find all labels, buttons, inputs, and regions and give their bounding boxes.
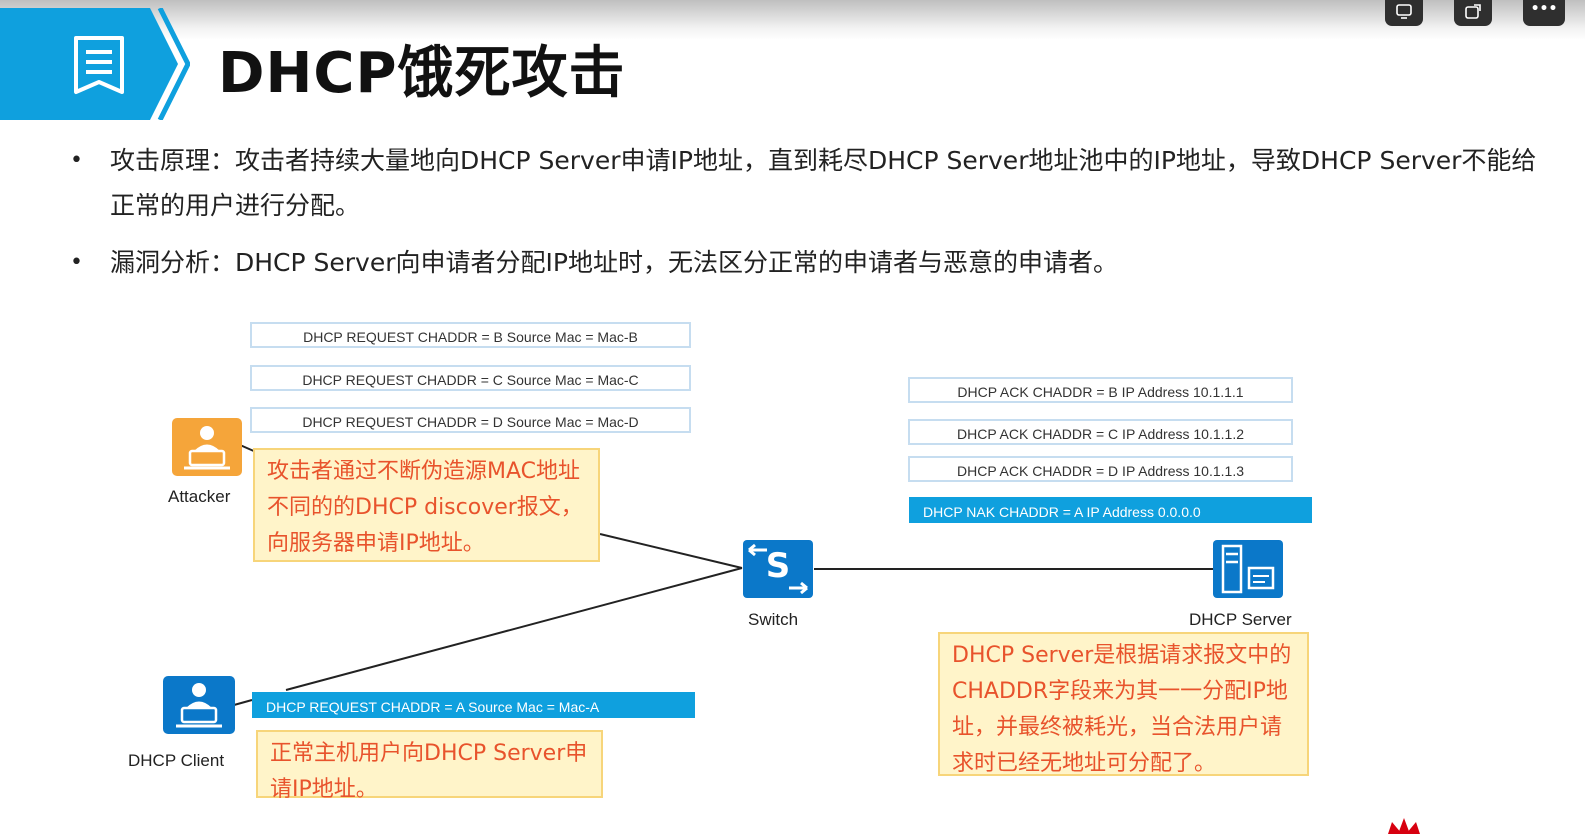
client-link-start [233, 699, 253, 706]
dhcp-client-label: DHCP Client [128, 751, 225, 770]
nak-message: DHCP NAK CHADDR = A IP Address 0.0.0.0 [909, 497, 1312, 523]
switch-label: Switch [748, 610, 799, 629]
huawei-logo [1384, 812, 1554, 834]
ack-message-b: DHCP ACK CHADDR = B IP Address 10.1.1.1 [908, 377, 1293, 403]
external-window-icon [1465, 4, 1481, 19]
request-message-b: DHCP REQUEST CHADDR = B Source Mac = Mac… [250, 322, 691, 348]
more-icon: ••• [1530, 1, 1558, 17]
bullet-marker: • [70, 148, 83, 173]
server-note: DHCP Server是根据请求报文中的CHADDR字段来为其一一分配IP地址，… [938, 632, 1309, 776]
client-switch-link [285, 567, 743, 691]
attacker-switch-link [599, 533, 743, 569]
ack-message-c: DHCP ACK CHADDR = C IP Address 10.1.1.2 [908, 419, 1293, 445]
bullet-text: 攻击原理：攻击者持续大量地向DHCP Server申请IP地址，直到耗尽DHCP… [110, 146, 1537, 220]
external-window-button[interactable] [1454, 0, 1492, 26]
page-title: DHCP饿死攻击 [218, 41, 626, 106]
attacker-icon [172, 418, 242, 476]
ack-message-d: DHCP ACK CHADDR = D IP Address 10.1.1.3 [908, 456, 1293, 482]
request-message-c: DHCP REQUEST CHADDR = C Source Mac = Mac… [250, 365, 691, 391]
client-note: 正常主机用户向DHCP Server申请IP地址。 [256, 730, 603, 802]
client-request-message: DHCP REQUEST CHADDR = A Source Mac = Mac… [252, 692, 695, 718]
bullet-text: 漏洞分析：DHCP Server向申请者分配IP地址时，无法区分正常的申请者与恶… [110, 248, 1118, 277]
dhcp-server-icon [1213, 540, 1283, 598]
header-banner [0, 8, 190, 120]
screen-share-button[interactable] [1385, 0, 1423, 26]
dhcp-starvation-diagram: DHCP REQUEST CHADDR = B Source Mac = Mac… [0, 300, 1585, 834]
request-message-d: DHCP REQUEST CHADDR = D Source Mac = Mac… [250, 407, 691, 433]
attacker-note: 攻击者通过不断伪造源MAC地址不同的的DHCP discover报文，向服务器申… [253, 448, 600, 562]
switch-icon: S [743, 540, 813, 598]
bullet-marker: • [70, 250, 83, 275]
switch-letter: S [765, 546, 791, 586]
dhcp-server-label: DHCP Server [1189, 610, 1292, 629]
screen-share-icon [1396, 4, 1412, 19]
more-button[interactable]: ••• [1523, 0, 1565, 26]
attacker-label: Attacker [168, 487, 231, 506]
dhcp-client-icon [163, 676, 235, 734]
